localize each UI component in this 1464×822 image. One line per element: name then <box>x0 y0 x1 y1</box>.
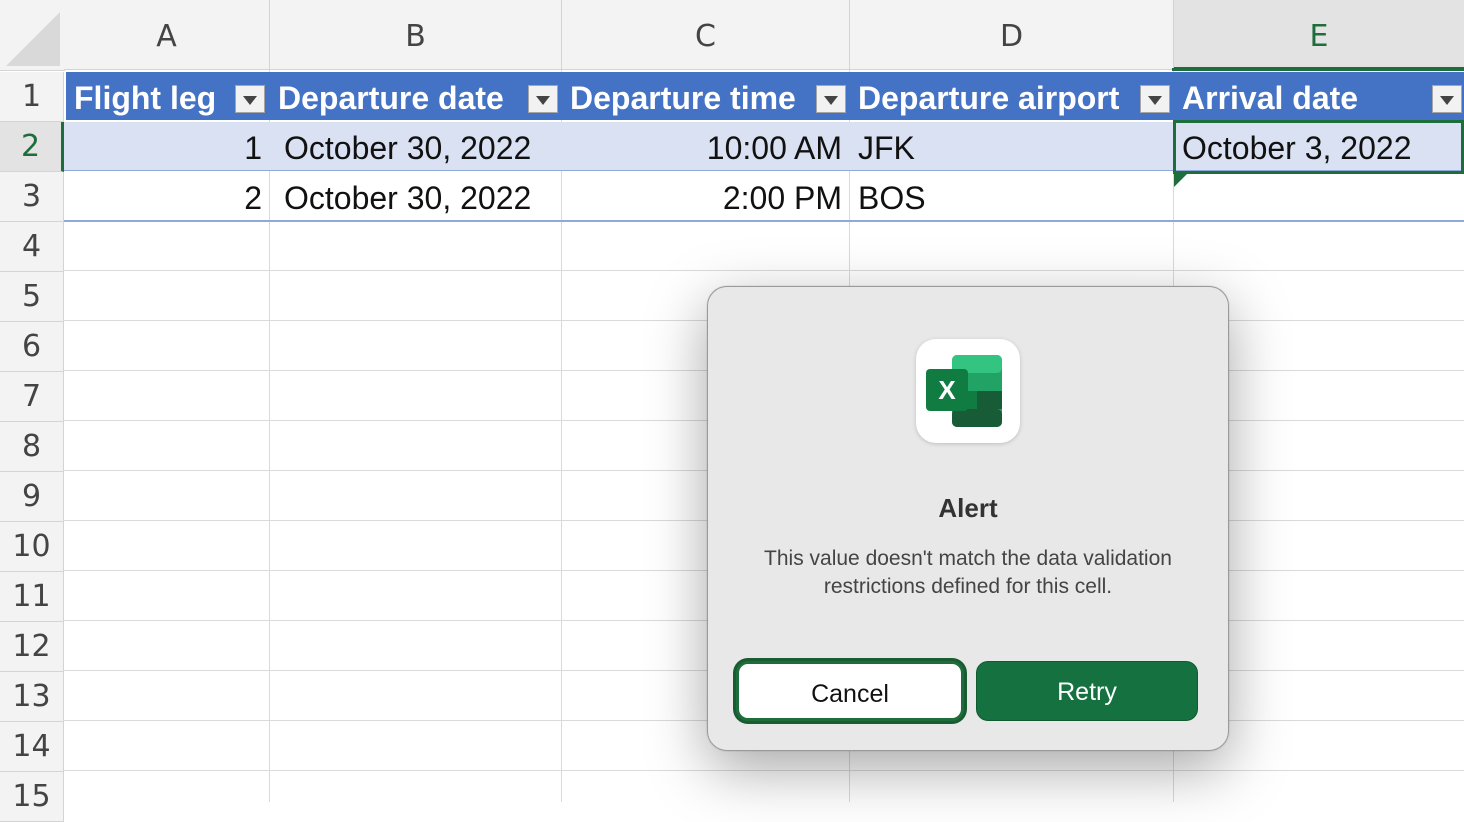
row-header-2[interactable]: 2 <box>0 122 64 172</box>
row-header-4[interactable]: 4 <box>0 222 64 272</box>
row-header-1[interactable]: 1 <box>0 72 64 122</box>
filter-dropdown-icon[interactable] <box>235 85 265 113</box>
column-header-d[interactable]: D <box>850 0 1174 70</box>
selected-column-indicator <box>1172 68 1464 71</box>
excel-app-icon: X <box>916 339 1020 443</box>
grid-line <box>64 770 1464 771</box>
column-header-b[interactable]: B <box>270 0 562 70</box>
column-header-e[interactable]: E <box>1174 0 1464 70</box>
row-header-13[interactable]: 13 <box>0 672 64 722</box>
cancel-button[interactable]: Cancel <box>736 661 964 721</box>
filter-dropdown-icon[interactable] <box>816 85 846 113</box>
error-indicator-flag <box>1174 173 1188 187</box>
cell-b2[interactable]: October 30, 2022 <box>276 122 562 170</box>
table-header-arrival-date[interactable]: Arrival date <box>1174 72 1464 120</box>
select-all-corner[interactable] <box>0 0 65 71</box>
table-header-departure-time[interactable]: Departure time <box>562 72 850 120</box>
cell-a3[interactable]: 2 <box>66 172 270 220</box>
cell-b3[interactable]: October 30, 2022 <box>276 172 562 220</box>
column-header-a[interactable]: A <box>64 0 270 70</box>
row-header-15[interactable]: 15 <box>0 772 64 822</box>
cell-a2[interactable]: 1 <box>66 122 270 170</box>
grid-line <box>64 270 1464 271</box>
cell-d2[interactable]: JFK <box>850 122 1174 170</box>
filter-dropdown-icon[interactable] <box>528 85 558 113</box>
dialog-message: This value doesn't match the data valida… <box>764 547 1172 598</box>
column-header-c[interactable]: C <box>562 0 850 70</box>
row-header-8[interactable]: 8 <box>0 422 64 472</box>
row-header-14[interactable]: 14 <box>0 722 64 772</box>
excel-logo-letter: X <box>938 375 956 405</box>
row-header-9[interactable]: 9 <box>0 472 64 522</box>
row-header-10[interactable]: 10 <box>0 522 64 572</box>
table-header-departure-date[interactable]: Departure date <box>270 72 562 120</box>
alert-dialog: X Alert This value doesn't match the dat… <box>707 286 1229 751</box>
row-header-5[interactable]: 5 <box>0 272 64 322</box>
table-header-departure-airport[interactable]: Departure airport <box>850 72 1174 120</box>
cell-c3[interactable]: 2:00 PM <box>562 172 850 220</box>
cell-c2[interactable]: 10:00 AM <box>562 122 850 170</box>
row-header-3[interactable]: 3 <box>0 172 64 222</box>
active-cell-outline <box>1173 120 1464 174</box>
filter-dropdown-icon[interactable] <box>1140 85 1170 113</box>
retry-button[interactable]: Retry <box>976 661 1198 721</box>
row-header-7[interactable]: 7 <box>0 372 64 422</box>
cell-d3[interactable]: BOS <box>850 172 1174 220</box>
row-header-6[interactable]: 6 <box>0 322 64 372</box>
dialog-title: Alert <box>938 493 998 523</box>
filter-dropdown-icon[interactable] <box>1432 85 1462 113</box>
table-bottom-border <box>64 220 1464 222</box>
row-header-11[interactable]: 11 <box>0 572 64 622</box>
row-header-12[interactable]: 12 <box>0 622 64 672</box>
